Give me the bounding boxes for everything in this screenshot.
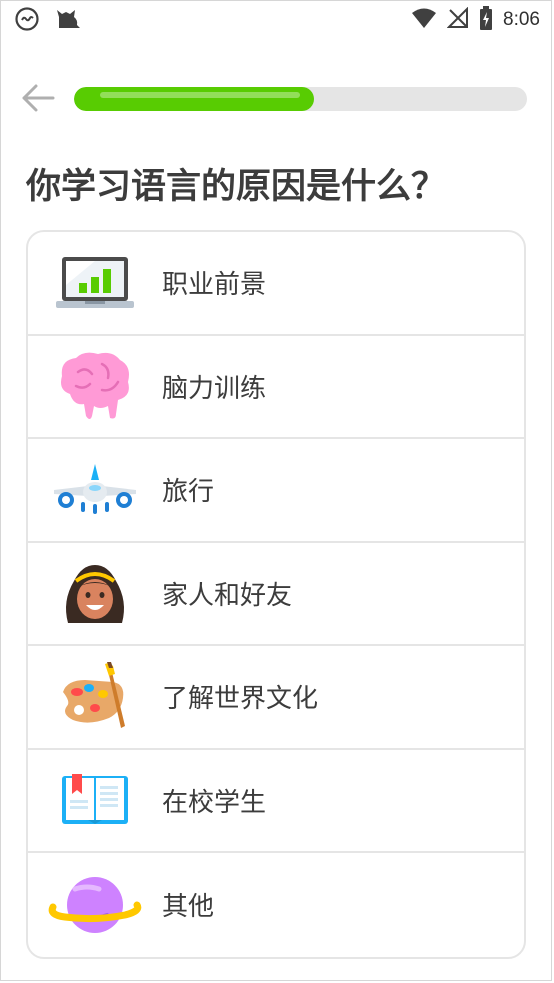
arrow-left-icon: [21, 83, 55, 117]
airplane-icon: [28, 439, 162, 541]
option-label: 脑力训练: [162, 373, 267, 404]
laptop-chart-icon: [28, 232, 162, 334]
option-label: 了解世界文化: [162, 684, 319, 715]
cat-notification-icon: [54, 6, 82, 36]
battery-charging-icon: [479, 6, 493, 34]
option-travel[interactable]: 旅行: [28, 439, 524, 543]
option-family-friends[interactable]: 家人和好友: [28, 543, 524, 646]
option-career[interactable]: 职业前景: [28, 232, 524, 336]
option-label: 其他: [162, 892, 215, 923]
status-bar: 8:06: [0, 0, 554, 40]
option-culture[interactable]: 了解世界文化: [28, 646, 524, 750]
person-icon: [28, 543, 162, 645]
paint-palette-icon: [28, 646, 162, 748]
lesson-progress-bar: [74, 87, 527, 111]
question-title: 你学习语言的原因是什么？: [26, 167, 447, 207]
planet-icon: [28, 853, 162, 957]
options-list: 职业前景 脑力训练 旅行 家人和好友 了解世界文化 在校学生 其他: [26, 230, 526, 959]
app-notification-icon: [14, 6, 40, 36]
option-other[interactable]: 其他: [28, 853, 524, 957]
brain-icon: [28, 336, 162, 438]
option-label: 旅行: [162, 477, 215, 508]
wifi-icon: [411, 7, 437, 33]
option-school[interactable]: 在校学生: [28, 750, 524, 853]
progress-fill: [74, 87, 315, 111]
option-label: 职业前景: [162, 270, 267, 301]
back-button[interactable]: [18, 80, 58, 120]
open-book-icon: [28, 750, 162, 852]
no-signal-icon: [446, 6, 469, 33]
option-brain-training[interactable]: 脑力训练: [28, 336, 524, 439]
status-time: 8:06: [503, 9, 540, 30]
progress-shine: [100, 92, 301, 98]
option-label: 家人和好友: [162, 580, 293, 611]
option-label: 在校学生: [162, 787, 267, 818]
